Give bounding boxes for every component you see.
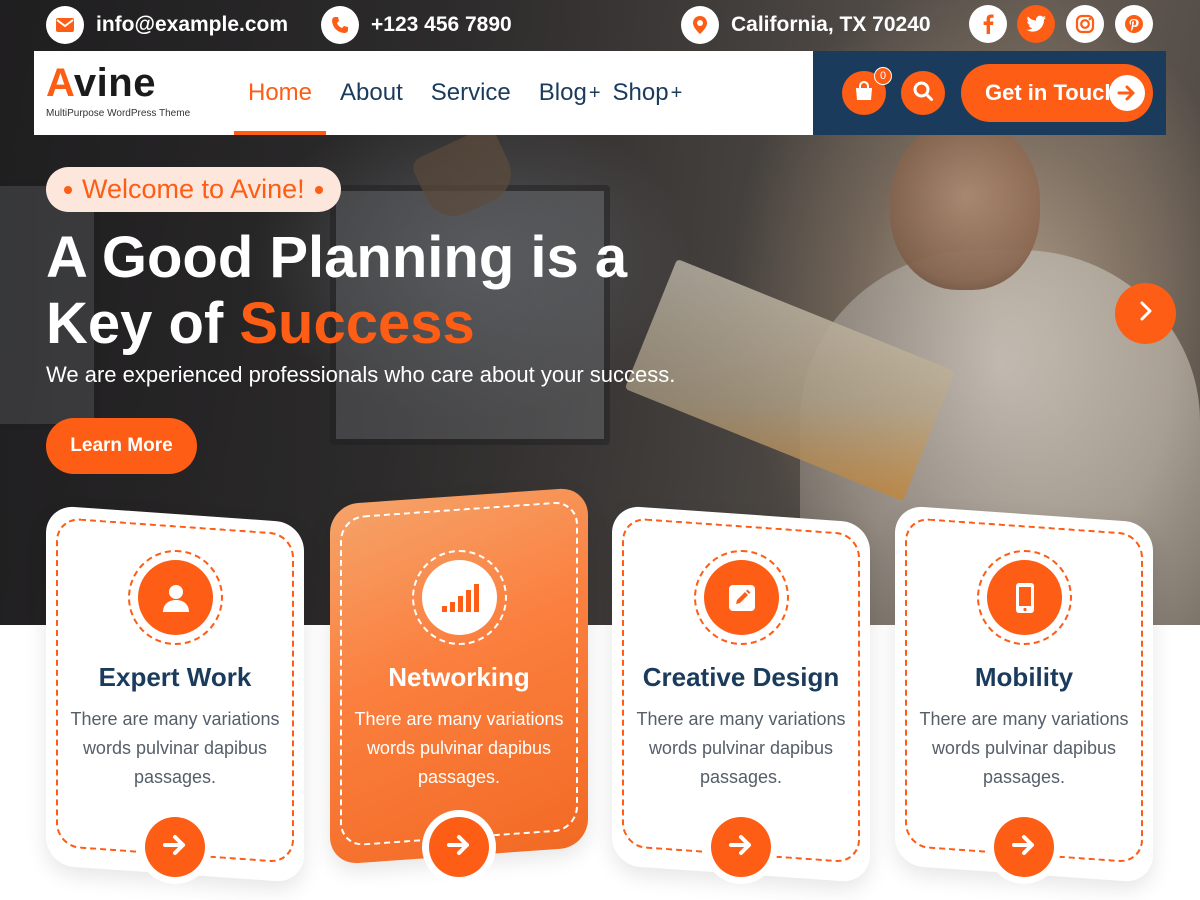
hero-subtitle: We are experienced professionals who car… (46, 362, 676, 387)
nav-item-blog[interactable]: Blog + (525, 51, 607, 135)
cart-count-badge: 0 (874, 67, 892, 85)
main-navbar: Avine MultiPurpose WordPress Theme Home … (34, 51, 1166, 135)
email-text: info@example.com (96, 13, 289, 36)
twitter-icon[interactable] (1017, 5, 1055, 43)
arrow-right-icon (728, 833, 754, 862)
card-text: There are many variations words pulvinar… (354, 709, 564, 787)
card-arrow-button[interactable] (711, 817, 771, 877)
instagram-icon[interactable] (1066, 5, 1104, 43)
hero-title-prefix: Key of (46, 291, 240, 356)
card-title: Networking (388, 662, 530, 692)
nav-actions-panel: 0 Get in Touch (813, 51, 1166, 135)
location-text: California, TX 70240 (731, 13, 931, 36)
arrow-right-icon (162, 833, 188, 862)
facebook-icon[interactable] (969, 5, 1007, 43)
nav-item-label: Home (248, 79, 313, 106)
chevron-right-icon (1138, 300, 1154, 327)
user-icon (138, 560, 213, 635)
hero-title: A Good Planning is a Key of Success (46, 225, 666, 357)
phone-contact[interactable]: +123 456 7890 (321, 6, 512, 44)
card-text: There are many variations words pulvinar… (636, 709, 846, 787)
card-title: Mobility (974, 662, 1074, 692)
signal-bars-icon (422, 560, 497, 635)
card-text: There are many variations words pulvinar… (919, 709, 1129, 787)
service-card-expert-work[interactable]: Expert Work There are many variations wo… (46, 505, 304, 884)
cta-label: Get in Touch (985, 80, 1118, 105)
service-card-mobility[interactable]: Mobility There are many variations words… (895, 505, 1153, 884)
map-pin-icon (681, 6, 719, 44)
pencil-square-icon (704, 560, 779, 635)
card-icon-ring (694, 550, 789, 645)
nav-item-label: Shop (612, 79, 669, 106)
nav-item-label: Blog (538, 79, 587, 106)
hero-title-line1: A Good Planning is a (46, 225, 628, 290)
logo-tagline: MultiPurpose WordPress Theme (46, 108, 191, 119)
site-logo[interactable]: Avine MultiPurpose WordPress Theme (46, 59, 190, 119)
card-text: There are many variations words pulvinar… (70, 709, 280, 787)
logo-rest: vine (73, 61, 156, 105)
phone-icon (321, 6, 359, 44)
card-icon-ring (128, 550, 223, 645)
learn-more-label: Learn More (70, 435, 173, 456)
card-arrow-button[interactable] (145, 817, 205, 877)
nav-item-shop[interactable]: Shop + (607, 51, 697, 135)
phone-text: +123 456 7890 (371, 13, 512, 36)
hero-title-accent: Success (239, 291, 475, 356)
logo-name: Avine (46, 59, 190, 107)
nav-menu: Home About Service Blog + Shop + (234, 51, 696, 135)
search-button[interactable] (901, 71, 945, 115)
card-title: Expert Work (98, 662, 252, 692)
nav-item-about[interactable]: About (326, 51, 417, 135)
pinterest-icon[interactable] (1115, 5, 1153, 43)
arrow-right-icon (446, 833, 472, 862)
welcome-text: Welcome to Avine! (82, 174, 305, 204)
submenu-plus-icon: + (588, 81, 601, 104)
submenu-plus-icon: + (670, 81, 683, 104)
email-contact[interactable]: info@example.com (46, 6, 288, 44)
card-arrow-button[interactable] (429, 817, 489, 877)
learn-more-button[interactable]: Learn More (46, 418, 197, 474)
location-contact: California, TX 70240 (681, 6, 931, 44)
card-arrow-button[interactable] (994, 817, 1054, 877)
logo-first-letter: A (46, 61, 74, 105)
nav-item-service[interactable]: Service (417, 51, 525, 135)
nav-item-label: About (340, 79, 403, 106)
mobile-phone-icon (987, 560, 1062, 635)
slider-next-button[interactable] (1115, 283, 1176, 344)
get-in-touch-button[interactable]: Get in Touch (961, 64, 1153, 122)
nav-item-label: Service (430, 79, 511, 106)
card-icon-ring (412, 550, 507, 645)
service-card-creative-design[interactable]: Creative Design There are many variation… (612, 505, 870, 884)
arrow-right-icon (1109, 75, 1145, 111)
envelope-icon (46, 6, 84, 44)
card-icon-ring (977, 550, 1072, 645)
badge-dot (64, 185, 72, 194)
welcome-badge: Welcome to Avine! (46, 167, 341, 212)
service-card-networking[interactable]: Networking There are many variations wor… (330, 486, 588, 877)
badge-dot (314, 185, 323, 194)
search-icon (912, 80, 934, 107)
card-title: Creative Design (642, 662, 840, 692)
cart-button[interactable]: 0 (842, 67, 892, 115)
arrow-right-icon (1011, 833, 1037, 862)
hero-title-line2: Key of Success (46, 291, 666, 357)
top-contact-bar: info@example.com +123 456 7890 Californi… (0, 0, 1200, 50)
shopping-bag-icon (853, 80, 875, 107)
nav-item-home[interactable]: Home (234, 51, 327, 135)
